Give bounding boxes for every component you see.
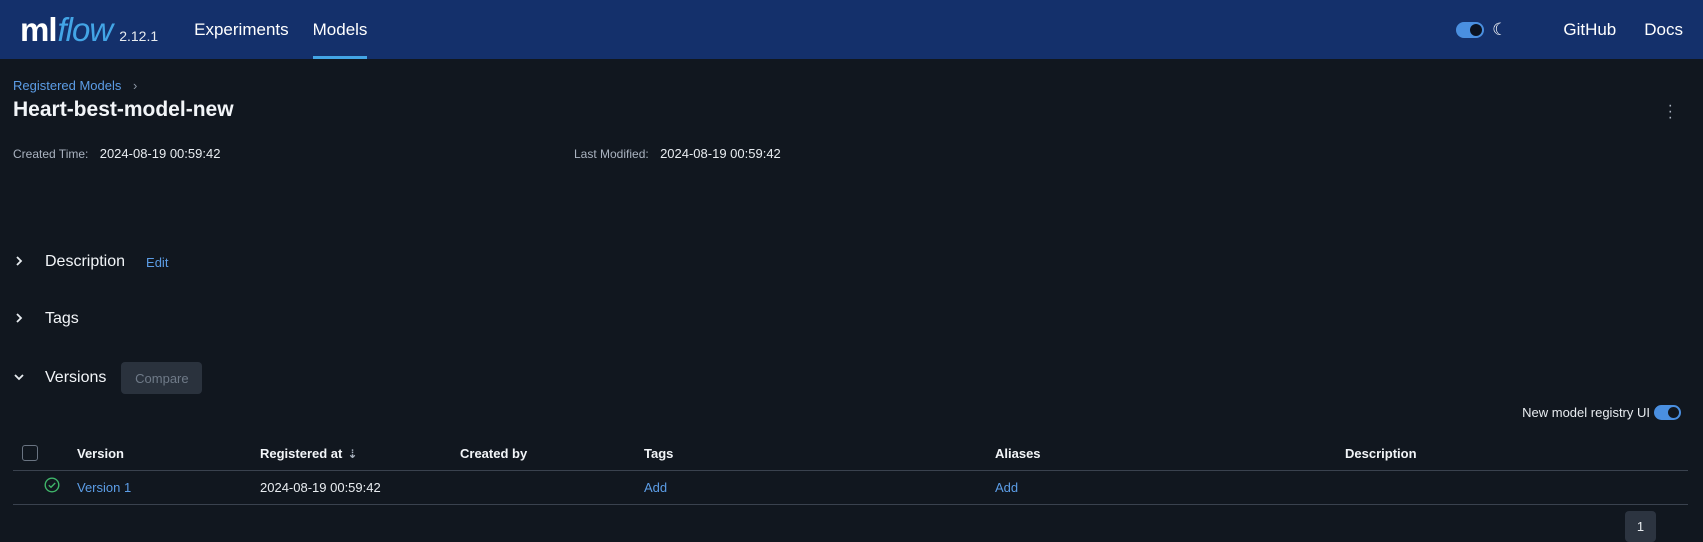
chevron-right-icon[interactable] <box>13 254 35 270</box>
version-label: 2.12.1 <box>119 27 159 44</box>
logo-ml-text: ml <box>20 10 58 48</box>
add-alias-link[interactable]: Add <box>995 480 1018 495</box>
main-nav: Experiments Models <box>182 0 379 59</box>
more-options-icon[interactable]: · · · <box>1668 98 1673 126</box>
table-header: Version Registered at ⇣ Created by Tags A… <box>13 436 1688 471</box>
chevron-down-icon[interactable] <box>13 370 35 386</box>
moon-icon: ☾ <box>1492 19 1508 39</box>
mlflow-logo[interactable]: ml flow 2.12.1 <box>20 11 158 49</box>
breadcrumb-registered-models[interactable]: Registered Models <box>13 78 121 93</box>
nav-experiments[interactable]: Experiments <box>182 0 300 59</box>
status-ready-icon <box>44 477 60 498</box>
new-registry-ui-switch[interactable] <box>1654 405 1681 420</box>
breadcrumb: Registered Models › <box>13 78 137 93</box>
pagination-page-1[interactable]: 1 <box>1625 511 1656 542</box>
tags-section: Tags <box>13 310 79 328</box>
page-title: Heart-best-model-new <box>13 98 234 121</box>
column-tags: Tags <box>644 445 674 461</box>
description-edit-link[interactable]: Edit <box>146 255 168 270</box>
compare-button[interactable]: Compare <box>121 362 203 394</box>
tags-title[interactable]: Tags <box>45 310 79 328</box>
docs-link[interactable]: Docs <box>1644 20 1683 40</box>
column-version: Version <box>77 445 124 461</box>
sort-icon[interactable]: ⇣ <box>347 447 357 461</box>
version-link[interactable]: Version 1 <box>77 480 131 495</box>
created-time-label: Created Time: <box>13 147 89 161</box>
column-created-by: Created by <box>460 445 528 461</box>
versions-table: Version Registered at ⇣ Created by Tags A… <box>13 436 1688 505</box>
header-right: ☾ GitHub Docs <box>1456 0 1683 59</box>
toggle-knob <box>1668 407 1679 418</box>
add-tag-link[interactable]: Add <box>644 480 667 495</box>
registered-at-value: 2024-08-19 00:59:42 <box>260 480 381 495</box>
column-description: Description <box>1345 445 1417 461</box>
column-registered-at-label: Registered at <box>260 445 343 461</box>
versions-section: Versions Compare <box>13 362 203 394</box>
last-modified-label: Last Modified: <box>574 147 649 161</box>
new-registry-ui-toggle-group: New model registry UI <box>1522 405 1681 420</box>
table-row: Version 1 2024-08-19 00:59:42 Add Add <box>13 471 1688 505</box>
top-navbar: ml flow 2.12.1 Experiments Models ☾ GitH… <box>0 0 1703 59</box>
description-section: Description Edit <box>13 253 168 271</box>
nav-models[interactable]: Models <box>301 0 380 59</box>
dark-mode-toggle[interactable] <box>1456 21 1485 38</box>
breadcrumb-separator: › <box>133 78 138 93</box>
column-registered-at[interactable]: Registered at ⇣ <box>260 446 357 461</box>
created-time-value: 2024-08-19 00:59:42 <box>99 146 221 161</box>
select-all-checkbox[interactable] <box>22 445 38 461</box>
github-link[interactable]: GitHub <box>1563 20 1616 40</box>
last-modified: Last Modified: 2024-08-19 00:59:42 <box>574 146 781 161</box>
created-time: Created Time: 2024-08-19 00:59:42 <box>13 146 220 161</box>
chevron-right-icon[interactable] <box>13 311 35 327</box>
column-aliases: Aliases <box>995 445 1041 461</box>
toggle-knob <box>1470 23 1483 36</box>
new-registry-ui-label: New model registry UI <box>1522 405 1650 420</box>
last-modified-value: 2024-08-19 00:59:42 <box>660 146 781 161</box>
versions-title[interactable]: Versions <box>45 369 106 387</box>
logo-flow-text: flow <box>57 10 114 48</box>
description-title[interactable]: Description <box>45 253 125 271</box>
